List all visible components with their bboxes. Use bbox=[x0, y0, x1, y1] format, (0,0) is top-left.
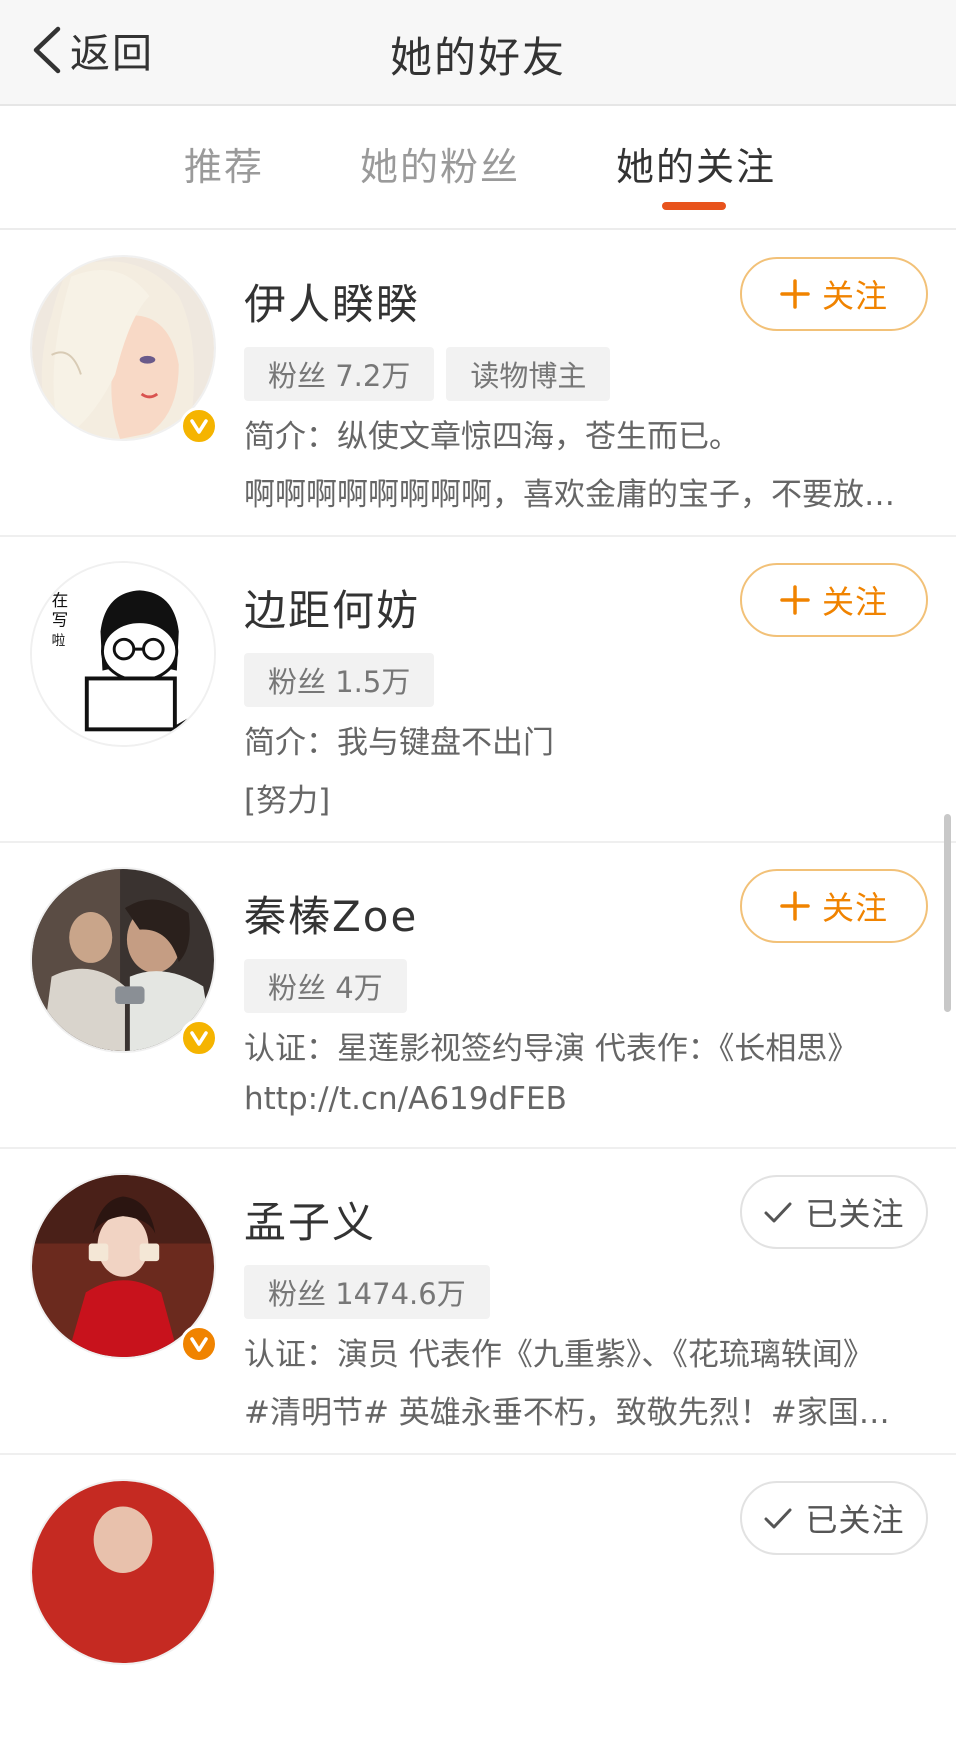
user-name[interactable]: 伊人睽睽 bbox=[244, 271, 420, 332]
avatar-text: 在 bbox=[52, 591, 69, 610]
avatar[interactable]: 在 写 啦 bbox=[30, 561, 216, 747]
user-name[interactable]: 秦榛Zoe bbox=[244, 883, 418, 944]
fans-count: 粉丝 4万 bbox=[244, 959, 407, 1013]
user-verification: 认证：演员 代表作《九重紫》、《花琉璃轶闻》 bbox=[244, 1337, 874, 1373]
tab-bar: 推荐 她的粉丝 她的关注 bbox=[0, 108, 956, 230]
user-bio: 简介：我与键盘不出门 bbox=[244, 725, 554, 761]
fans-count: 粉丝 7.2万 bbox=[244, 347, 435, 401]
page-title: 她的好友 bbox=[389, 33, 566, 82]
plus-icon bbox=[780, 891, 810, 921]
tag-group: 粉丝 4万 bbox=[244, 959, 407, 1013]
following-label: 已关注 bbox=[805, 1501, 905, 1539]
category-tag: 读物博主 bbox=[446, 347, 611, 401]
user-latest-post: [努力] bbox=[244, 783, 331, 819]
user-latest-post: #清明节# 英雄永垂不朽，致敬先烈！#家国永… bbox=[244, 1395, 916, 1431]
following-button[interactable]: 已关注 bbox=[740, 1481, 928, 1555]
check-icon bbox=[764, 1508, 792, 1529]
user-name[interactable]: 孟子义 bbox=[244, 1189, 376, 1250]
fans-count: 粉丝 1.5万 bbox=[244, 653, 435, 707]
follow-button[interactable]: 关注 bbox=[740, 869, 928, 943]
avatar-photo bbox=[32, 1481, 214, 1663]
tab-her-following[interactable]: 她的关注 bbox=[616, 136, 776, 191]
tag-group: 粉丝 1474.6万 bbox=[244, 1265, 490, 1319]
follow-button[interactable]: 关注 bbox=[740, 257, 928, 331]
tag-group: 粉丝 7.2万 读物博主 bbox=[244, 347, 611, 401]
verified-badge-icon bbox=[180, 1019, 218, 1057]
avatar[interactable] bbox=[30, 1479, 216, 1665]
fans-count: 粉丝 1474.6万 bbox=[244, 1265, 490, 1319]
navigation-bar: 返回 她的好友 bbox=[0, 0, 956, 106]
tab-recommend[interactable]: 推荐 bbox=[184, 136, 264, 191]
tag-group: 粉丝 1.5万 bbox=[244, 653, 435, 707]
list-item[interactable]: 伊人睽睽 粉丝 7.2万 读物博主 简介：纵使文章惊四海，苍生而已。 啊啊啊啊啊… bbox=[0, 231, 956, 537]
user-latest-post: 啊啊啊啊啊啊啊啊，喜欢金庸的宝子，不要放… bbox=[244, 477, 895, 513]
list-item[interactable]: 在 写 啦 边距何妨 粉丝 1.5万 简介：我与键盘不出门 [努力] 关注 bbox=[0, 537, 956, 843]
user-latest-post: http://t.cn/A619dFEB bbox=[244, 1081, 567, 1117]
user-verification: 认证：星莲影视签约导演 代表作：《长相思》 bbox=[244, 1031, 859, 1067]
check-icon bbox=[764, 1202, 792, 1223]
avatar-text: 写 bbox=[52, 611, 69, 630]
verified-badge-icon bbox=[180, 1325, 218, 1363]
follow-button[interactable]: 关注 bbox=[740, 563, 928, 637]
avatar-illustration: 在 写 啦 bbox=[32, 563, 214, 745]
active-tab-indicator bbox=[662, 202, 726, 210]
tab-her-fans[interactable]: 她的粉丝 bbox=[360, 136, 520, 191]
following-button[interactable]: 已关注 bbox=[740, 1175, 928, 1249]
list-item[interactable]: 秦榛Zoe 粉丝 4万 认证：星莲影视签约导演 代表作：《长相思》 http:/… bbox=[0, 843, 956, 1149]
avatar-text: 啦 bbox=[52, 633, 66, 649]
list-item[interactable]: 已关注 bbox=[0, 1455, 956, 1761]
following-label: 已关注 bbox=[805, 1195, 905, 1233]
user-bio: 简介：纵使文章惊四海，苍生而已。 bbox=[244, 419, 740, 455]
plus-icon bbox=[780, 585, 810, 615]
follow-label: 关注 bbox=[821, 277, 888, 315]
follow-label: 关注 bbox=[821, 583, 888, 621]
list-item[interactable]: 孟子义 粉丝 1474.6万 认证：演员 代表作《九重紫》、《花琉璃轶闻》 #清… bbox=[0, 1149, 956, 1455]
scrollbar[interactable] bbox=[944, 814, 951, 1012]
verified-badge-icon bbox=[180, 407, 218, 445]
follow-label: 关注 bbox=[821, 889, 888, 927]
plus-icon bbox=[780, 279, 810, 309]
user-name[interactable]: 边距何妨 bbox=[244, 577, 420, 638]
